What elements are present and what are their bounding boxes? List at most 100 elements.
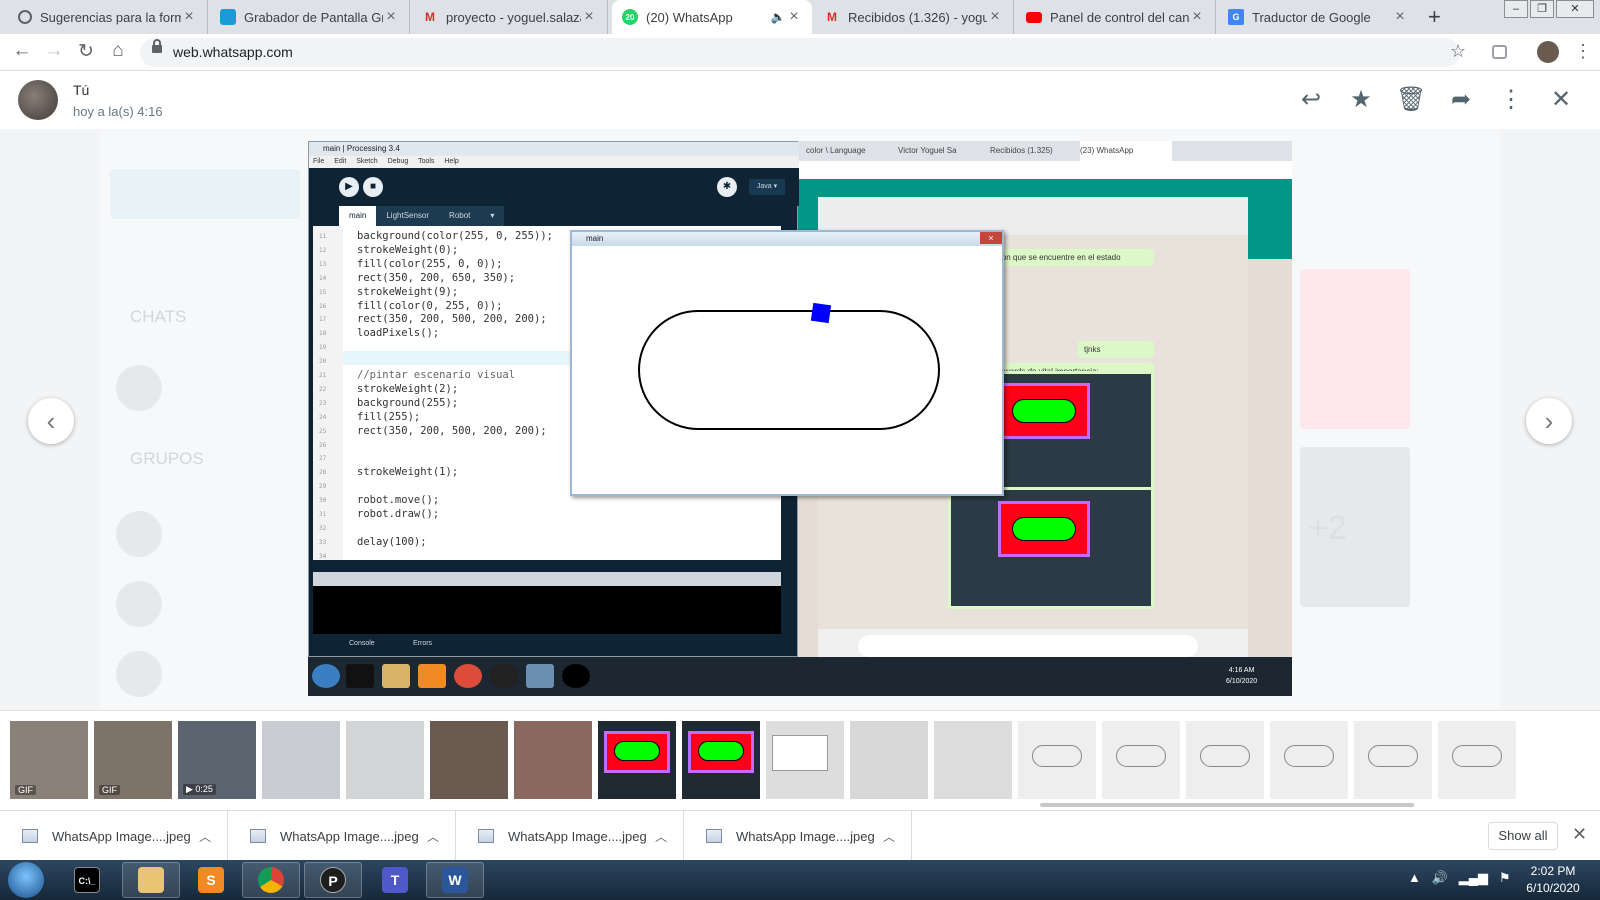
taskbar-cmd[interactable]: C:\_ [58,862,116,898]
code-line: strokeWeight(9); [357,285,459,298]
inner-message: ion que se encuentre en el estado [994,249,1154,266]
media-thumbnail[interactable] [1018,721,1096,799]
more-options-icon[interactable]: ⋮ [1496,85,1526,114]
tray-expand-icon[interactable]: ▲ [1408,870,1421,885]
new-tab-button[interactable]: + [1428,4,1441,30]
next-media-arrow-icon[interactable]: › [1526,398,1572,444]
media-thumbnail[interactable]: GIF [10,721,88,799]
home-icon[interactable]: ⌂ [106,40,130,62]
taskbar-word[interactable]: W [426,862,484,898]
download-item[interactable]: WhatsApp Image....jpeg ︿ [0,811,228,861]
media-thumbnail[interactable] [1270,721,1348,799]
url-text[interactable]: web.whatsapp.com [173,44,293,60]
media-thumbnail[interactable] [1438,721,1516,799]
chevron-up-icon[interactable]: ︿ [199,828,211,845]
taskbar-clock[interactable]: 2:02 PM 6/10/2020 [1518,863,1588,897]
previous-media-arrow-icon[interactable]: ‹ [28,398,74,444]
line-number: 30 [319,497,327,505]
browser-menu-icon[interactable]: ⋮ [1574,41,1592,62]
reload-icon[interactable]: ↻ [74,40,98,63]
media-thumbnail[interactable]: ▶ 0:25 [178,721,256,799]
line-number: 34 [319,552,327,560]
address-bar[interactable] [140,38,1460,67]
close-icon[interactable]: × [383,8,399,26]
browser-tab-5[interactable]: Panel de control del canal × [1016,0,1216,34]
media-thumbnail[interactable] [850,721,928,799]
browser-tab-2[interactable]: M proyecto - yoguel.salazar × [412,0,608,34]
volume-icon[interactable]: 🔊 [1432,870,1448,885]
line-number: 25 [319,427,327,435]
forward-icon[interactable]: ➦ [1446,85,1476,114]
ide-menu-debug: Debug [387,158,409,165]
close-downloads-icon[interactable]: ✕ [1572,824,1587,845]
close-icon[interactable]: × [987,8,1003,26]
taskbar-sublime[interactable]: S [182,862,240,898]
start-button[interactable] [8,862,44,898]
window-close-button[interactable]: ✕ [1556,0,1594,18]
media-thumbnail[interactable] [766,721,844,799]
sketch-window: main × [570,230,1004,496]
ide-tab-main: main [339,206,377,226]
extension-icon[interactable] [1492,45,1507,59]
line-number: 13 [319,260,327,268]
browser-tab-0[interactable]: Sugerencias para la formu × [8,0,208,34]
media-thumbnail[interactable] [346,721,424,799]
close-icon[interactable]: × [181,8,197,26]
media-thumbnail[interactable] [682,721,760,799]
taskbar-chrome[interactable] [242,862,300,898]
ide-menu-help: Help [444,158,459,165]
code-line: rect(350, 200, 500, 200, 200); [357,424,547,437]
taskbar-teams[interactable]: T [366,862,424,898]
lock-icon[interactable] [152,39,162,53]
tab-title: Grabador de Pantalla Grat [244,9,383,25]
thumbnail-badge: GIF [15,785,36,795]
media-thumbnail[interactable] [1354,721,1432,799]
taskbar-processing[interactable]: P [304,862,362,898]
browser-tab-6[interactable]: G Traductor de Google × [1218,0,1418,34]
back-arrow-icon[interactable]: ← [10,40,34,62]
delete-icon[interactable]: 🗑 [1396,85,1426,114]
notification-icon[interactable]: ⚑ [1499,870,1511,885]
system-tray[interactable]: ▲ 🔊 ▂▄▆ ⚑ [1408,870,1510,886]
minimize-button[interactable]: – [1504,0,1528,18]
media-thumbnail[interactable] [514,721,592,799]
chevron-up-icon[interactable]: ︿ [883,828,895,845]
show-all-button[interactable]: Show all [1488,822,1558,850]
ide-toolbar: ▶ ■ ✱ Java ▾ [309,168,799,206]
sender-avatar [18,80,58,120]
line-number: 19 [319,344,327,352]
close-viewer-icon[interactable]: ✕ [1546,85,1576,114]
chevron-up-icon[interactable]: ︿ [655,828,667,845]
forward-arrow-icon[interactable]: → [42,40,66,62]
browser-tab-3[interactable]: 20 (20) WhatsApp 🔈 × [612,0,812,34]
media-thumbnail[interactable]: GIF [94,721,172,799]
reply-icon[interactable]: ↩ [1296,85,1326,114]
restore-button[interactable]: ❐ [1530,0,1554,18]
media-thumbnail[interactable] [430,721,508,799]
browser-tab-1[interactable]: Grabador de Pantalla Grat × [210,0,410,34]
download-item[interactable]: WhatsApp Image....jpeg ︿ [228,811,456,861]
errors-tab: Errors [413,640,433,647]
line-number: 32 [319,524,327,532]
taskbar-explorer[interactable] [122,862,180,898]
browser-tab-4[interactable]: M Recibidos (1.326) - yogue × [814,0,1014,34]
code-line: rect(350, 200, 650, 350); [357,271,516,284]
profile-avatar[interactable] [1537,41,1559,63]
chevron-up-icon[interactable]: ︿ [427,828,439,845]
media-thumbnail[interactable] [262,721,340,799]
media-thumbnail[interactable] [1102,721,1180,799]
close-icon[interactable]: × [1392,8,1408,26]
media-thumbnail[interactable] [934,721,1012,799]
media-thumbnail[interactable] [1186,721,1264,799]
close-icon[interactable]: × [581,8,597,26]
download-item[interactable]: WhatsApp Image....jpeg ︿ [684,811,912,861]
download-item[interactable]: WhatsApp Image....jpeg ︿ [456,811,684,861]
media-thumbnail[interactable] [598,721,676,799]
network-icon[interactable]: ▂▄▆ [1459,870,1488,885]
speaker-icon[interactable]: 🔈 [770,10,786,24]
close-icon[interactable]: × [786,8,802,26]
thumbnail-scrollbar[interactable] [1040,803,1414,807]
bookmark-star-icon[interactable]: ☆ [1450,41,1466,62]
close-icon[interactable]: × [1189,8,1205,26]
star-icon[interactable]: ★ [1346,85,1376,114]
